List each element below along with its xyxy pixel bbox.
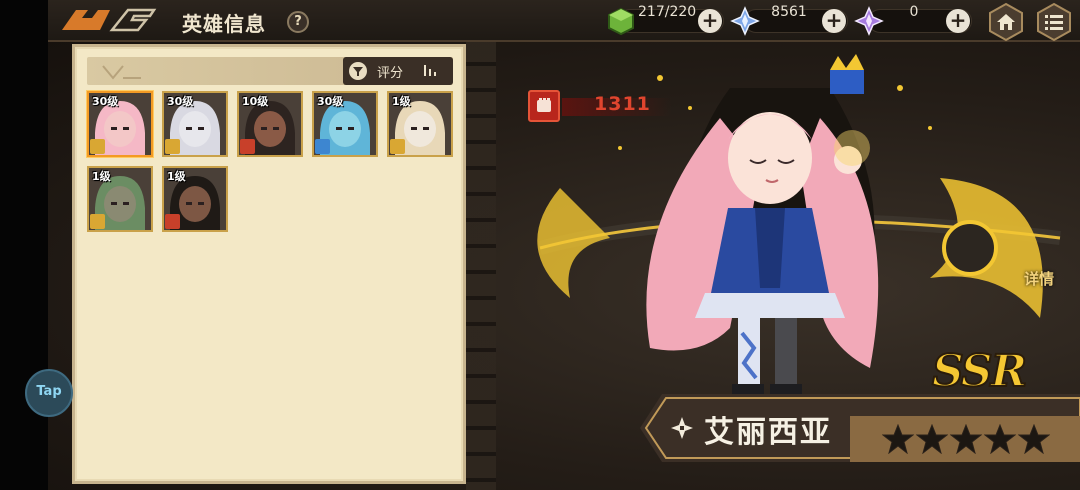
class-icon [671,417,693,439]
purple-crystal-icon [854,6,884,36]
sort-button[interactable]: 评分 [343,57,453,85]
hero-card[interactable]: 1级 [162,166,228,232]
hero-card[interactable]: 30级 [87,91,153,157]
menu-icon[interactable] [1034,2,1074,42]
blue-crystal-icon [730,6,760,36]
rarity-text: SSR [931,345,1028,398]
hero-level: 30级 [317,95,344,108]
hero-list-panel: 评分 30级 30级 10级 30级 1级 1级 1级 [72,44,466,484]
class-badge-icon [90,214,105,229]
triangle-deco-icon [102,65,141,80]
class-badge-icon [240,139,255,154]
game-screen: 英雄信息 ? 217/220 + 8561 + 0 + 评分 30级 30级 1… [0,0,1080,490]
hero-level: 1级 [167,170,186,183]
star-icon [984,424,1016,454]
star-icon [1018,424,1050,454]
class-badge-icon [165,139,180,154]
tap-label: Tap [36,384,62,399]
divider-pattern [466,40,496,490]
fist-icon [528,90,560,122]
power-value: 1311 [594,93,651,115]
star-icon [882,424,914,454]
hero-level: 10级 [242,95,269,108]
panel-header: 评分 [87,57,453,85]
combat-power: 1311 [528,90,678,122]
premium-value: 0 [909,4,919,20]
filter-icon[interactable] [349,62,367,80]
sort-label: 评分 [377,66,404,81]
class-badge-icon [315,139,330,154]
hero-card[interactable]: 1级 [87,166,153,232]
stamina-value: 217/220 [638,4,697,20]
tap-overlay-button[interactable]: Tap [25,369,73,417]
hero-level: 30级 [167,95,194,108]
add-crystal-button[interactable]: + [822,9,846,33]
hero-level: 30级 [92,95,119,108]
hero-name-plate: 艾丽西亚 [640,394,1080,462]
star-icon [916,424,948,454]
hero-level: 1级 [392,95,411,108]
green-cube-icon [608,7,634,36]
class-badge-icon [90,139,105,154]
class-badge-icon [165,214,180,229]
left-letterbox [0,0,48,490]
add-premium-button[interactable]: + [946,9,970,33]
home-icon[interactable] [986,2,1026,42]
detail-button[interactable]: 详情 [1024,268,1054,289]
help-icon[interactable]: ? [287,11,309,33]
hero-card[interactable]: 30级 [312,91,378,157]
hero-card[interactable]: 1级 [387,91,453,157]
class-badge-icon [390,139,405,154]
hero-card[interactable]: 10级 [237,91,303,157]
add-stamina-button[interactable]: + [698,9,722,33]
star-rating [882,424,1052,454]
crystal-value: 8561 [771,4,807,20]
hero-card[interactable]: 30级 [162,91,228,157]
back-logo-icon[interactable] [58,6,170,36]
sort-bars-icon [424,65,436,76]
star-icon [950,424,982,454]
hero-name: 艾丽西亚 [704,415,832,450]
hero-level: 1级 [92,170,111,183]
page-title: 英雄信息 [182,12,266,36]
